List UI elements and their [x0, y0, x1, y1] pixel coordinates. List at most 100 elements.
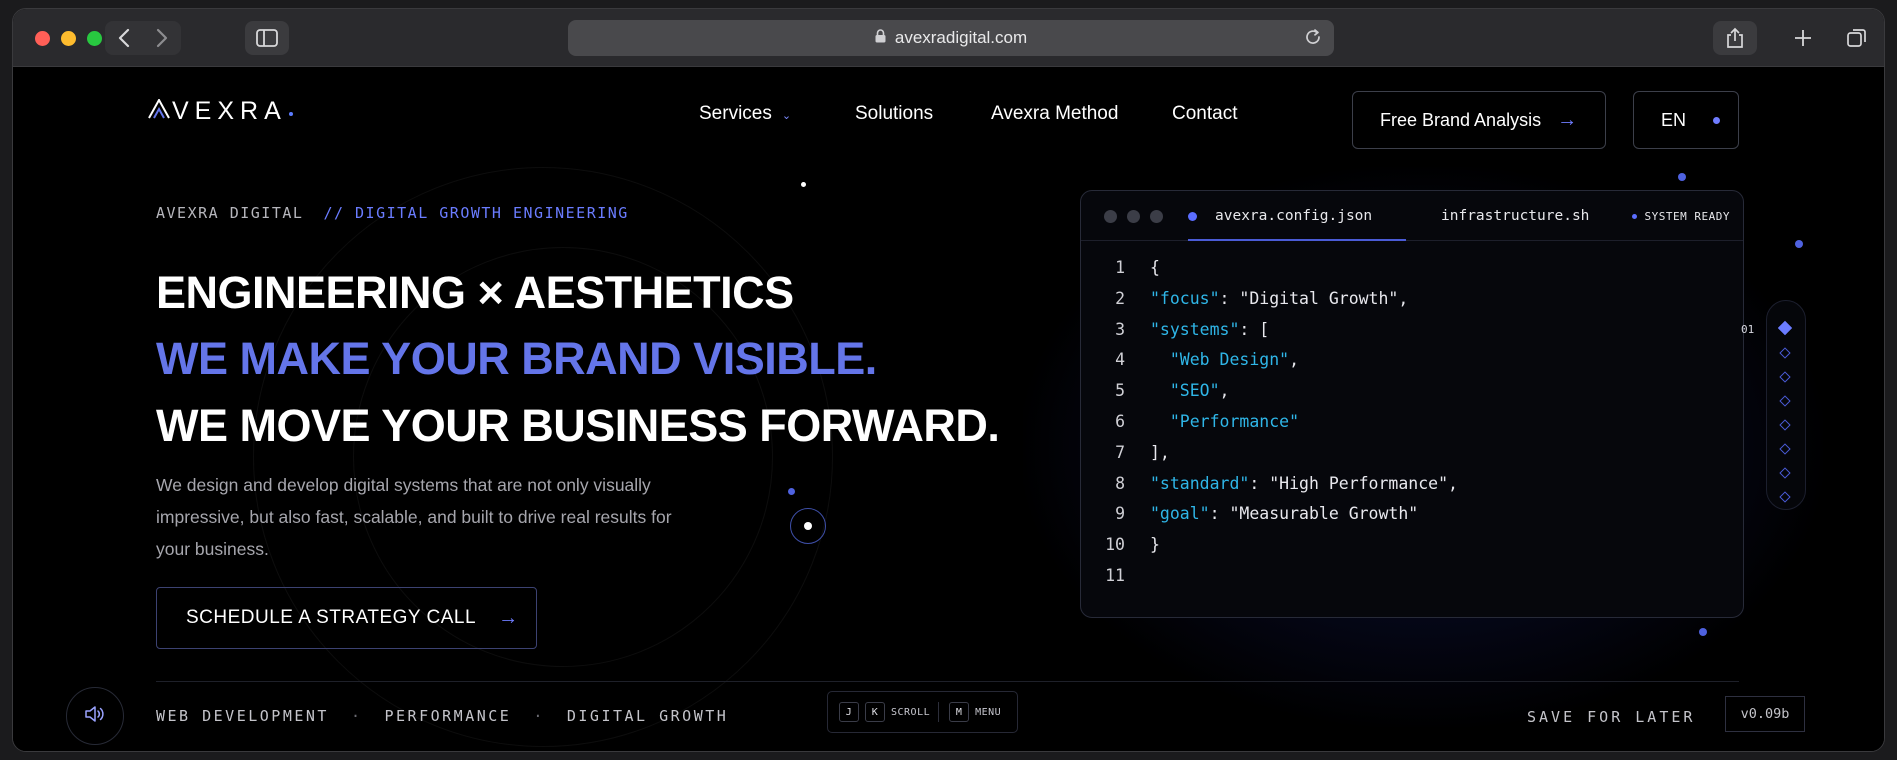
key-j: J — [839, 702, 859, 722]
code-key: "focus" — [1150, 288, 1220, 308]
hero-kicker: AVEXRA DIGITAL // DIGITAL GROWTH ENGINEER… — [156, 204, 629, 222]
line-number: 6 — [1115, 411, 1125, 431]
system-status: SYSTEM READY — [1631, 210, 1730, 223]
code-key: "standard" — [1150, 473, 1250, 493]
back-icon[interactable] — [105, 28, 143, 48]
forward-icon[interactable] — [143, 28, 181, 48]
nav-item-contact[interactable]: Contact — [1172, 103, 1237, 125]
language-dot-icon — [1713, 116, 1721, 124]
code-line: 8 "standard": "High Performance", — [1081, 469, 1743, 500]
orbit-control-button[interactable] — [790, 508, 826, 544]
line-number: 1 — [1115, 258, 1125, 277]
code-line: 6 "Performance" — [1081, 407, 1743, 438]
speaker-icon — [84, 705, 106, 728]
schedule-strategy-call-button[interactable]: SCHEDULE A STRATEGY CALL → — [156, 587, 537, 649]
browser-toolbar: avexradigital.com — [13, 9, 1884, 67]
hero-description: We design and develop digital systems th… — [156, 475, 672, 559]
footer-tags: WEB DEVELOPMENT · PERFORMANCE · DIGITAL GROW… — [156, 707, 750, 725]
brand-logo[interactable]: VEXRA — [148, 97, 293, 126]
code-line: 5 "SEO", — [1081, 376, 1743, 407]
tabs-icon[interactable] — [1837, 21, 1877, 55]
line-number: 3 — [1115, 319, 1125, 339]
code-key: "goal" — [1150, 504, 1210, 524]
zoom-window-button[interactable] — [87, 31, 102, 46]
code-line: 1{ — [1081, 253, 1743, 284]
code-body: 1{ 2 "focus": "Digital Growth", 3 "systems… — [1081, 253, 1743, 592]
code-line: 2 "focus": "Digital Growth", — [1081, 284, 1743, 315]
code-value: "Performance" — [1169, 411, 1300, 431]
code-value: "Web Design" — [1169, 350, 1290, 370]
reload-icon[interactable] — [1304, 28, 1322, 51]
button-label: SCHEDULE A STRATEGY CALL — [186, 607, 477, 628]
line-number: 8 — [1115, 473, 1125, 493]
code-panel-tabs: avexra.config.json infrastructure.sh SYS… — [1081, 191, 1743, 241]
code-line: 10} — [1081, 530, 1743, 561]
code-line: 9 "goal": "Measurable Growth" — [1081, 499, 1743, 530]
key-m: M — [949, 702, 970, 722]
pager-current: 01 — [1741, 323, 1755, 336]
code-token: } — [1150, 535, 1160, 555]
code-panel: avexra.config.json infrastructure.sh SYS… — [1080, 190, 1744, 618]
nav-item-avexra-method[interactable]: Avexra Method — [991, 103, 1118, 125]
footer-tag: WEB DEVELOPMENT — [156, 707, 329, 725]
code-line: 3 "systems": [ — [1081, 315, 1743, 346]
tab-avexra-config[interactable]: avexra.config.json — [1188, 208, 1406, 241]
browser-window: avexradigital.com VEXRA Services ⌄ Solut… — [12, 8, 1885, 752]
address-bar[interactable]: avexradigital.com — [568, 20, 1334, 56]
hero-headline-3: WE MOVE YOUR BUSINESS FORWARD. — [156, 400, 1000, 451]
share-icon[interactable] — [1713, 21, 1757, 55]
panel-dot-icon — [1150, 210, 1163, 223]
sidebar-icon[interactable] — [245, 21, 289, 55]
minimize-window-button[interactable] — [61, 31, 76, 46]
hero-headline-1: ENGINEERING × AESTHETICS — [156, 267, 794, 318]
language-label: EN — [1661, 109, 1687, 130]
line-number: 10 — [1105, 535, 1125, 555]
logo-dot-icon — [288, 111, 293, 116]
line-number: 11 — [1105, 565, 1125, 585]
footer-tag: DIGITAL GROWTH — [566, 707, 729, 725]
decor-dot — [801, 182, 806, 187]
code-line: 11 — [1081, 561, 1743, 592]
status-dot-icon — [1631, 214, 1637, 219]
url-text: avexradigital.com — [894, 28, 1028, 47]
code-value: "High Performance" — [1269, 473, 1449, 493]
keyboard-hints: J K SCROLL M MENU — [827, 691, 1018, 733]
line-number: 4 — [1115, 350, 1125, 370]
arrow-right-icon: → — [1557, 108, 1578, 131]
nav-item-solutions[interactable]: Solutions — [855, 103, 933, 125]
plus-icon[interactable] — [1783, 21, 1823, 55]
line-number: 9 — [1115, 504, 1125, 524]
footer-separator: · — [533, 707, 545, 725]
tab-infrastructure[interactable]: infrastructure.sh — [1441, 208, 1589, 224]
sound-toggle-button[interactable] — [66, 687, 124, 745]
arrow-right-icon: → — [498, 606, 519, 629]
panel-dot-icon — [1104, 210, 1117, 223]
page-content: VEXRA Services ⌄ Solutions Avexra Method … — [13, 67, 1884, 751]
kicker-text: AVEXRA DIGITAL — [156, 204, 304, 222]
save-for-later-button[interactable]: SAVE FOR LATER — [1527, 708, 1695, 726]
nav-item-label: Services — [699, 103, 772, 124]
line-number: 5 — [1115, 381, 1125, 401]
hero-headline-2: WE MAKE YOUR BRAND VISIBLE. — [156, 333, 877, 384]
footer-divider — [156, 681, 1739, 682]
footer-tag: PERFORMANCE — [384, 707, 512, 725]
close-window-button[interactable] — [35, 31, 50, 46]
code-line: 4 "Web Design", — [1081, 345, 1743, 376]
menu-hint-label: MENU — [975, 706, 1002, 718]
kicker-accent: // DIGITAL GROWTH ENGINEERING — [323, 204, 629, 222]
status-text: SYSTEM READY — [1644, 210, 1730, 223]
orbit-core-icon — [804, 522, 812, 530]
logo-mark-icon — [148, 97, 170, 126]
logo-text: VEXRA — [172, 97, 287, 125]
button-label: Free Brand Analysis — [1380, 109, 1542, 130]
free-brand-analysis-button[interactable]: Free Brand Analysis → — [1352, 91, 1606, 149]
code-value: "Digital Growth" — [1239, 288, 1399, 308]
footer-separator: · — [350, 707, 363, 725]
chevron-down-icon: ⌄ — [781, 110, 792, 122]
keys-divider — [938, 702, 940, 722]
nav-item-services[interactable]: Services ⌄ — [699, 103, 791, 125]
line-number: 2 — [1115, 288, 1125, 308]
version-badge: v0.09b — [1725, 696, 1805, 732]
key-k: K — [865, 702, 885, 722]
language-selector[interactable]: EN — [1633, 91, 1739, 149]
